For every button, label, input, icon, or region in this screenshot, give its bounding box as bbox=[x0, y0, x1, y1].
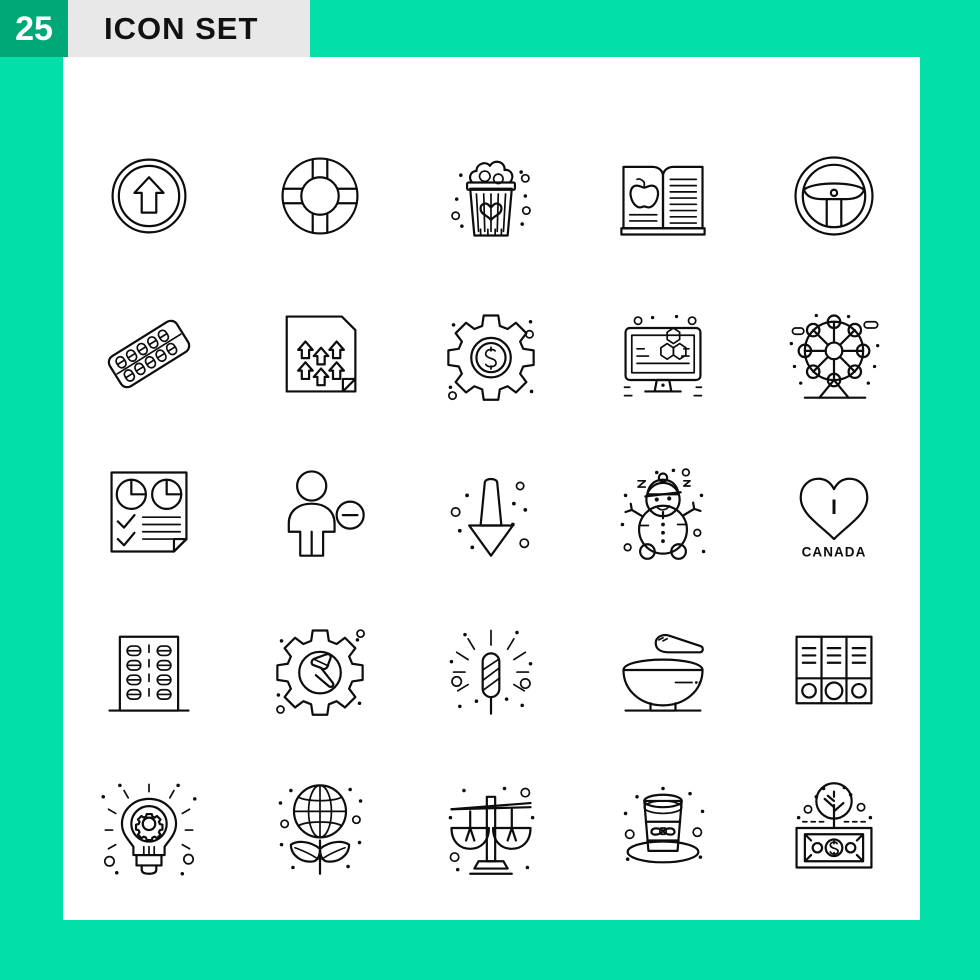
icon-cell-download-arrow-snow[interactable] bbox=[406, 433, 577, 591]
icon-cell-dollar-gear[interactable] bbox=[406, 275, 577, 433]
bowl-spoon-icon bbox=[611, 618, 715, 722]
pill-blister-pack-icon bbox=[97, 302, 201, 406]
icon-cell-top-hat[interactable] bbox=[577, 749, 748, 907]
icon-cell-money-growth[interactable] bbox=[749, 749, 920, 907]
icon-cell-ferris-wheel[interactable] bbox=[749, 275, 920, 433]
icon-cell-bowl-spoon[interactable] bbox=[577, 591, 748, 749]
building-icon bbox=[97, 618, 201, 722]
icon-cell-global-eco-plant[interactable] bbox=[234, 749, 405, 907]
heart-letter: I bbox=[831, 496, 837, 519]
archive-binders-icon bbox=[782, 618, 886, 722]
document-upload-icon bbox=[268, 302, 372, 406]
open-book-apple-icon bbox=[611, 144, 715, 248]
icon-cell-lifebuoy[interactable] bbox=[234, 117, 405, 275]
top-hat-icon bbox=[623, 786, 705, 880]
icon-cell-gear-hammer[interactable] bbox=[234, 591, 405, 749]
page-title: ICON SET bbox=[68, 0, 310, 57]
monitor-molecule-icon bbox=[611, 314, 715, 406]
idea-gear-bulb-icon bbox=[101, 776, 197, 876]
report-chart-icon bbox=[97, 460, 201, 564]
icon-cell-idea-gear-bulb[interactable] bbox=[63, 749, 234, 907]
dollar-gear-icon bbox=[439, 302, 543, 406]
icon-cell-steering-wheel[interactable] bbox=[749, 117, 920, 275]
icon-cell-building[interactable] bbox=[63, 591, 234, 749]
icon-cell-remove-user[interactable] bbox=[234, 433, 405, 591]
balance-scales-icon bbox=[449, 786, 535, 880]
icon-card: I CANADA bbox=[63, 57, 920, 920]
money-growth-icon bbox=[782, 776, 886, 880]
popcorn-heart-icon bbox=[439, 144, 543, 248]
download-arrow-snow-icon bbox=[439, 460, 543, 564]
icon-cell-upload-circle[interactable] bbox=[63, 117, 234, 275]
i-love-canada-icon: I CANADA bbox=[782, 460, 886, 560]
icon-cell-pill-blister-pack[interactable] bbox=[63, 275, 234, 433]
icon-cell-balance-scales[interactable] bbox=[406, 749, 577, 907]
upload-circle-icon bbox=[97, 144, 201, 248]
header-bar: 25 ICON SET bbox=[0, 0, 310, 57]
icon-cell-report-chart[interactable] bbox=[63, 433, 234, 591]
icon-cell-sparkler[interactable] bbox=[406, 591, 577, 749]
sparkler-icon bbox=[450, 618, 533, 722]
icon-grid: I CANADA bbox=[63, 117, 920, 907]
icon-cell-monitor-molecule[interactable] bbox=[577, 275, 748, 433]
ferris-wheel-icon bbox=[789, 313, 880, 406]
global-eco-plant-icon bbox=[278, 776, 363, 880]
icon-cell-i-love-canada[interactable]: I CANADA bbox=[749, 433, 920, 591]
snowman-icon bbox=[620, 460, 706, 564]
canada-caption: CANADA bbox=[802, 545, 867, 560]
gear-hammer-icon bbox=[268, 618, 372, 722]
icon-cell-snowman[interactable] bbox=[577, 433, 748, 591]
lifebuoy-icon bbox=[268, 144, 372, 248]
icon-cell-popcorn-heart[interactable] bbox=[406, 117, 577, 275]
icon-cell-document-upload[interactable] bbox=[234, 275, 405, 433]
icon-cell-archive-binders[interactable] bbox=[749, 591, 920, 749]
icon-count-badge: 25 bbox=[0, 0, 68, 57]
steering-wheel-icon bbox=[782, 144, 886, 248]
icon-cell-open-book-apple[interactable] bbox=[577, 117, 748, 275]
remove-user-icon bbox=[268, 460, 372, 564]
